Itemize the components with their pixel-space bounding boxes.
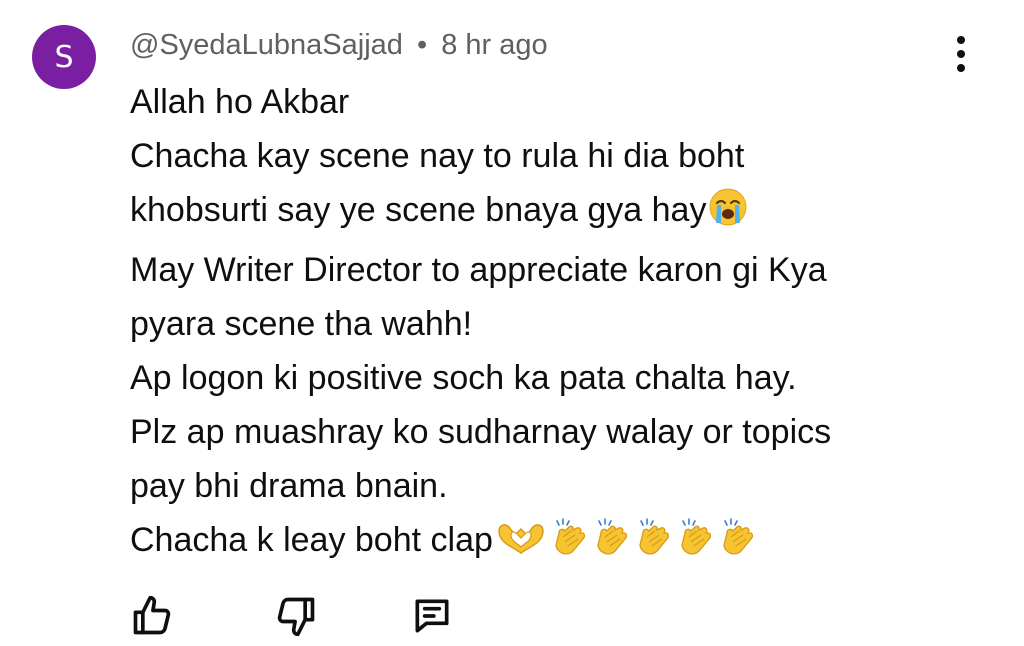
clapping-hands-emoji [675, 517, 715, 573]
reply-button[interactable] [408, 592, 456, 640]
comment-line: Chacha k leay boht clap [130, 513, 1010, 573]
clapping-hands-emoji [549, 517, 589, 573]
like-button[interactable] [128, 592, 176, 640]
comment-line-text: pay bhi drama bnain. [130, 467, 448, 505]
loudly-crying-face-emoji [708, 187, 748, 243]
avatar-letter: S [54, 39, 74, 75]
clapping-hands-emoji [633, 517, 673, 573]
dislike-button[interactable] [272, 592, 320, 640]
thumbs-down-icon [277, 597, 315, 637]
comment-line: pay bhi drama bnain. [130, 459, 1010, 513]
comment-line: Ap logon ki positive soch ka pata chalta… [130, 351, 1010, 405]
comment-line: May Writer Director to appreciate karon … [130, 243, 1010, 297]
comment-line: khobsurti say ye scene bnaya gya hay [130, 183, 1010, 243]
comment-line: pyara scene tha wahh! [130, 297, 1010, 351]
comment-line-text: Chacha kay scene nay to rula hi dia boht [130, 137, 745, 175]
menu-dot [957, 36, 965, 44]
comment-line: Allah ho Akbar [130, 75, 1010, 129]
comment-header: @SyedaLubnaSajjad • 8 hr ago [130, 28, 548, 62]
comment-line-text: khobsurti say ye scene bnaya gya hay [130, 191, 707, 229]
comment-line-text: Ap logon ki positive soch ka pata chalta… [130, 359, 797, 397]
comment-line-text: Allah ho Akbar [130, 83, 350, 121]
comment-timestamp[interactable]: 8 hr ago [441, 29, 547, 61]
comment-line: Plz ap muashray ko sudharnay walay or to… [130, 405, 1010, 459]
more-vert-icon[interactable] [946, 32, 976, 76]
reply-comment-icon [415, 599, 449, 633]
author-handle[interactable]: @SyedaLubnaSajjad [130, 29, 403, 61]
meta-separator: • [417, 29, 428, 61]
clapping-hands-emoji [591, 517, 631, 573]
comment-line-text: Chacha k leay boht clap [130, 521, 493, 559]
comment-actions [0, 592, 1024, 642]
heart-hands-emoji [495, 517, 547, 573]
comment-text: Allah ho Akbar Chacha kay scene nay to r… [130, 75, 1010, 573]
thumbs-up-icon [133, 595, 171, 635]
comment-line: Chacha kay scene nay to rula hi dia boht [130, 129, 1010, 183]
avatar[interactable]: S [32, 25, 96, 89]
clapping-hands-emoji [717, 517, 757, 573]
comment-line-text: pyara scene tha wahh! [130, 305, 473, 343]
comment-line-text: May Writer Director to appreciate karon … [130, 251, 827, 289]
comment-line-text: Plz ap muashray ko sudharnay walay or to… [130, 413, 832, 451]
menu-dot [957, 50, 965, 58]
menu-dot [957, 64, 965, 72]
